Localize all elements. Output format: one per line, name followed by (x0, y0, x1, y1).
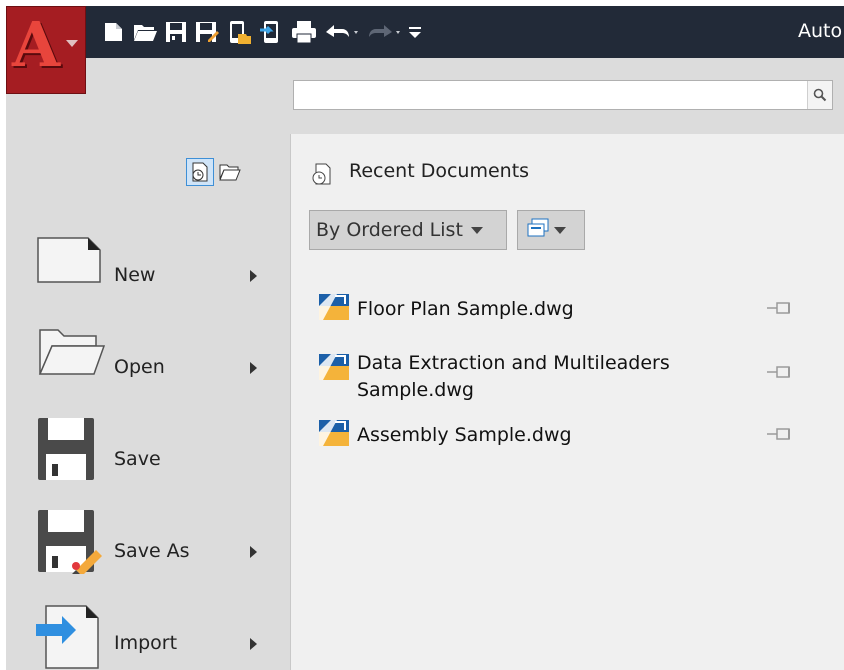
menu-item-new[interactable]: New (36, 232, 266, 304)
customize-icon[interactable] (406, 20, 424, 46)
application-button[interactable]: A (6, 6, 86, 94)
document-name: Data Extraction and Multileaders Sample.… (357, 352, 670, 401)
quick-access-toolbar: Auto (6, 6, 844, 58)
menu-item-save-as[interactable]: Save As (36, 508, 266, 580)
new-document-icon (36, 232, 102, 288)
save-icon[interactable] (164, 20, 188, 46)
menu-item-label: Open (114, 356, 165, 378)
dwg-file-icon (317, 292, 351, 326)
plot-icon[interactable] (290, 20, 318, 46)
window-title: Auto (798, 20, 843, 42)
save-icon (36, 416, 98, 486)
dwg-file-icon (317, 352, 351, 386)
chevron-right-icon (250, 638, 257, 650)
menu-item-import[interactable]: Import (36, 600, 266, 670)
open-web-icon[interactable] (226, 20, 252, 46)
undo-icon[interactable] (322, 20, 362, 46)
chevron-right-icon (250, 270, 257, 282)
recent-documents-pane: Recent Documents By Ordered List Floor P… (290, 134, 844, 670)
chevron-down-icon (554, 226, 566, 234)
recent-documents-icon (311, 162, 333, 190)
menu-item-open[interactable]: Open (36, 324, 266, 396)
saveas-icon[interactable] (194, 20, 220, 46)
import-icon (36, 600, 102, 670)
pin-icon[interactable] (767, 300, 793, 320)
recent-documents-toggle[interactable] (186, 158, 214, 186)
new-icon[interactable] (102, 20, 126, 46)
chevron-down-icon (470, 226, 483, 234)
search-box (293, 80, 833, 110)
menu-item-save[interactable]: Save (36, 416, 266, 488)
open-icon[interactable] (132, 20, 158, 46)
save-web-icon[interactable] (258, 20, 284, 46)
open-documents-toggle[interactable] (216, 158, 244, 186)
document-name: Floor Plan Sample.dwg (357, 298, 574, 320)
document-name: Assembly Sample.dwg (357, 424, 572, 446)
sort-order-dropdown[interactable]: By Ordered List (309, 210, 507, 250)
redo-icon[interactable] (364, 20, 404, 46)
pin-icon[interactable] (767, 426, 793, 446)
chevron-down-icon (66, 40, 78, 47)
save-as-icon (36, 508, 102, 578)
chevron-right-icon (250, 362, 257, 374)
autocad-logo: A (12, 8, 61, 81)
pin-icon[interactable] (767, 364, 793, 384)
menu-item-label: Save (114, 448, 161, 470)
menu-item-label: Import (114, 632, 178, 654)
search-icon[interactable] (807, 81, 832, 109)
dwg-file-icon (317, 418, 351, 452)
chevron-right-icon (250, 546, 257, 558)
sort-order-label: By Ordered List (316, 219, 463, 241)
open-folder-icon (36, 324, 106, 384)
menu-item-label: New (114, 264, 156, 286)
display-mode-icon (518, 218, 550, 242)
recent-documents-title: Recent Documents (349, 160, 530, 182)
search-input[interactable] (298, 82, 802, 110)
application-menu-pane: New Open Save Save As Import (6, 94, 288, 670)
application-menu-window: Auto A New Open Save Save As Import Rece… (6, 6, 844, 670)
menu-item-label: Save As (114, 540, 190, 562)
display-mode-dropdown[interactable] (517, 210, 585, 250)
